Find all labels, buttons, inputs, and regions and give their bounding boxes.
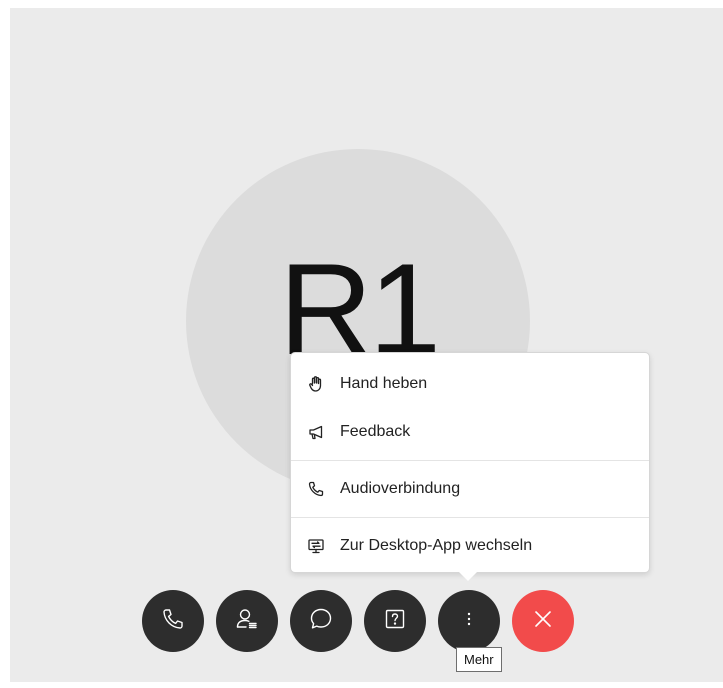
raise-hand-icon — [306, 374, 326, 394]
participants-icon — [234, 606, 260, 637]
chat-button[interactable] — [290, 590, 352, 652]
meeting-stage: R1 Hand heben Feedback Audioverbindung Z… — [10, 8, 723, 682]
phone-icon — [306, 479, 326, 499]
question-icon — [382, 606, 408, 637]
audio-button[interactable] — [142, 590, 204, 652]
chat-bubble-icon — [308, 606, 334, 637]
menu-item-label: Feedback — [340, 423, 411, 440]
menu-item-label: Audioverbindung — [340, 480, 461, 497]
qa-button[interactable] — [364, 590, 426, 652]
menu-item-label: Hand heben — [340, 375, 428, 392]
more-dots-icon — [456, 606, 482, 637]
participants-button[interactable] — [216, 590, 278, 652]
menu-item-raise-hand[interactable]: Hand heben — [291, 360, 649, 408]
desktop-app-icon — [306, 536, 326, 556]
menu-item-feedback[interactable]: Feedback — [291, 408, 649, 456]
menu-divider — [291, 460, 649, 461]
menu-divider — [291, 517, 649, 518]
megaphone-icon — [306, 422, 326, 442]
more-button[interactable] — [438, 590, 500, 652]
meeting-toolbar — [142, 590, 574, 652]
close-icon — [530, 606, 556, 637]
menu-item-switch-desktop-app[interactable]: Zur Desktop-App wechseln — [291, 522, 649, 570]
leave-meeting-button[interactable] — [512, 590, 574, 652]
menu-item-label: Zur Desktop-App wechseln — [340, 537, 533, 554]
more-tooltip: Mehr — [456, 647, 502, 672]
more-menu: Hand heben Feedback Audioverbindung Zur … — [290, 352, 650, 581]
phone-icon — [160, 606, 186, 637]
menu-item-audio-connection[interactable]: Audioverbindung — [291, 465, 649, 513]
menu-pointer — [459, 572, 477, 581]
